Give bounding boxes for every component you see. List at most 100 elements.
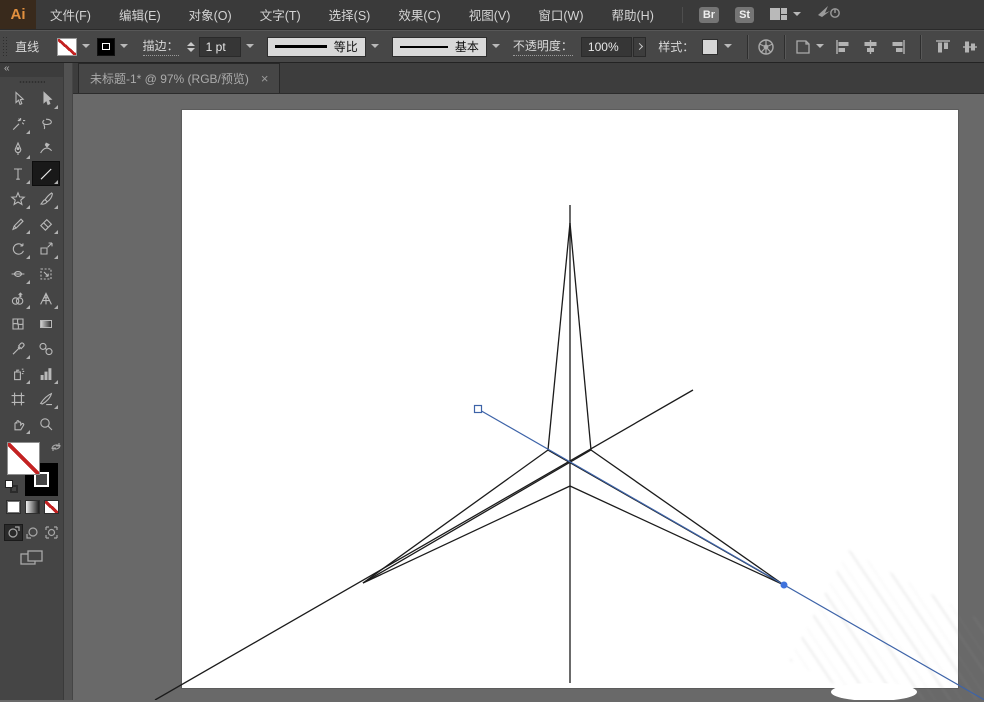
collapse-panel-button[interactable]: « — [0, 63, 63, 77]
canvas[interactable] — [73, 94, 984, 700]
default-fill-stroke-button[interactable] — [5, 480, 18, 493]
launch-power-icon — [818, 6, 840, 18]
swap-fill-stroke-button[interactable] — [50, 440, 62, 458]
pen-tool[interactable] — [4, 136, 32, 161]
artwork-line — [590, 449, 785, 586]
direct-selection-tool[interactable] — [32, 86, 60, 111]
document-setup-button[interactable] — [794, 38, 825, 56]
stroke-weight-field[interactable]: 1 pt — [198, 36, 241, 57]
curvature-tool[interactable] — [32, 136, 60, 161]
none-button[interactable] — [44, 500, 59, 514]
draw-normal-button[interactable] — [4, 524, 23, 541]
rotate-tool[interactable] — [4, 236, 32, 261]
artboard-tool[interactable] — [4, 386, 32, 411]
panel-drag-grip[interactable] — [0, 77, 63, 86]
width-tool[interactable] — [4, 261, 32, 286]
blend-icon — [38, 342, 53, 355]
draw-inside-button[interactable] — [42, 524, 61, 541]
cs-live-button[interactable] — [816, 4, 842, 25]
scale-tool[interactable] — [32, 236, 60, 261]
pencil-tool[interactable] — [4, 211, 32, 236]
artwork-line — [569, 222, 592, 451]
shape-builder-icon — [11, 291, 23, 305]
panel-grip[interactable] — [2, 35, 9, 58]
type-tool[interactable] — [4, 161, 32, 186]
hand-tool[interactable] — [4, 411, 32, 436]
gradient-button[interactable] — [25, 500, 40, 514]
tools-panel-bottom — [0, 436, 63, 700]
align-left-button[interactable] — [835, 39, 852, 55]
stroke-color-swatch[interactable] — [96, 37, 115, 56]
blend-tool[interactable] — [32, 336, 60, 361]
symbol-sprayer-tool[interactable] — [4, 361, 32, 386]
align-right-button[interactable] — [889, 39, 906, 55]
vertical-align-center-button[interactable] — [962, 39, 979, 55]
bridge-button[interactable]: Br — [698, 6, 720, 23]
mesh-tool[interactable] — [4, 311, 32, 336]
shape-star-icon — [9, 190, 26, 206]
width-profile-dropdown[interactable] — [368, 37, 382, 57]
recolor-artwork-button[interactable] — [757, 38, 775, 56]
gradient-tool[interactable] — [32, 311, 60, 336]
tools-panel: « — [0, 63, 64, 700]
brush-value: 基本 — [454, 40, 479, 54]
eraser-icon — [39, 218, 52, 231]
vertical-align-top-button[interactable] — [935, 39, 952, 55]
zoom-tool[interactable] — [32, 411, 60, 436]
opacity-expand-button[interactable] — [632, 36, 647, 57]
stroke-weight-stepper[interactable] — [186, 41, 195, 52]
free-transform-tool[interactable] — [32, 261, 60, 286]
menu-item-7[interactable]: 窗口(W) — [524, 0, 597, 29]
column-graph-tool[interactable] — [32, 361, 60, 386]
align-center-button[interactable] — [862, 39, 879, 55]
opacity-field[interactable]: 100% — [580, 36, 632, 57]
menu-item-5[interactable]: 效果(C) — [384, 0, 454, 29]
stroke-weight-dropdown[interactable] — [243, 37, 257, 57]
workspace: « 未标题-1* @ 97% (RGB/预览) × — [0, 63, 984, 700]
eyedropper-tool[interactable] — [4, 336, 32, 361]
shape-builder-tool[interactable] — [4, 286, 32, 311]
menu-bar: Ai 文件(F) 编辑(E) 对象(O) 文字(T) 选择(S) 效果(C) 视图(V) 窗口… — [0, 0, 984, 30]
fill-color-dropdown[interactable] — [79, 37, 93, 57]
panel-dock-strip[interactable] — [64, 63, 73, 700]
stroke-weight-label[interactable]: 描边： — [142, 37, 179, 56]
fill-proxy-swatch[interactable] — [7, 442, 40, 475]
menu-item-3[interactable]: 文字(T) — [246, 0, 315, 29]
menu-item-6[interactable]: 视图(V) — [455, 0, 525, 29]
selection-tool[interactable] — [4, 86, 32, 111]
paintbrush-tool[interactable] — [32, 186, 60, 211]
perspective-grid-tool[interactable] — [32, 286, 60, 311]
style-swatch[interactable] — [702, 38, 719, 55]
screen-mode-button[interactable] — [20, 550, 44, 573]
width-profile-select[interactable]: 等比 — [266, 36, 366, 57]
menu-item-4[interactable]: 选择(S) — [315, 0, 385, 29]
start-anchor-handle[interactable] — [473, 404, 483, 414]
draw-behind-button[interactable] — [23, 524, 42, 541]
brush-definition-select[interactable]: 基本 — [391, 36, 487, 57]
color-button[interactable] — [6, 500, 21, 514]
chevron-down-icon — [793, 11, 802, 18]
opacity-label[interactable]: 不透明度： — [512, 37, 573, 56]
menu-item-8[interactable]: 帮助(H) — [598, 0, 668, 29]
magic-wand-tool[interactable] — [4, 111, 32, 136]
divider — [747, 34, 749, 59]
eraser-tool[interactable] — [32, 211, 60, 236]
brush-definition-dropdown[interactable] — [489, 37, 503, 57]
menu-item-0[interactable]: 文件(F) — [36, 0, 105, 29]
workspace-switcher[interactable] — [770, 8, 802, 21]
close-tab-button[interactable]: × — [261, 72, 269, 85]
width-icon — [11, 270, 24, 277]
slice-tool[interactable] — [32, 386, 60, 411]
artwork-line — [362, 485, 571, 584]
menu-item-1[interactable]: 编辑(E) — [105, 0, 175, 29]
fill-color-swatch[interactable] — [57, 37, 77, 56]
shape-star-tool[interactable] — [4, 186, 32, 211]
menu-item-2[interactable]: 对象(O) — [175, 0, 246, 29]
style-dropdown[interactable] — [720, 37, 734, 57]
lasso-tool[interactable] — [32, 111, 60, 136]
line-segment-tool[interactable] — [31, 161, 60, 186]
stroke-color-dropdown[interactable] — [117, 37, 131, 57]
stock-button[interactable]: St — [735, 6, 755, 23]
anchor-point-dot[interactable] — [780, 581, 788, 589]
document-tab[interactable]: 未标题-1* @ 97% (RGB/预览) × — [78, 63, 281, 93]
